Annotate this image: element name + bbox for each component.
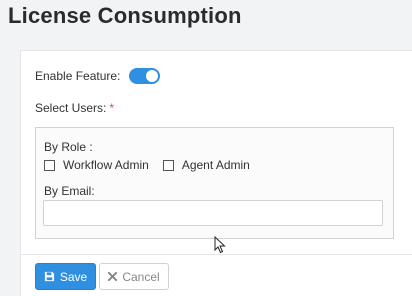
user-selection-box: By Role : Workflow Admin Agent Admin By … (35, 127, 394, 239)
enable-feature-toggle[interactable] (129, 68, 161, 84)
save-label: Save (59, 269, 88, 284)
select-users-label: Select Users: * (35, 101, 114, 115)
mouse-cursor-icon (214, 236, 226, 254)
cancel-label: Cancel (122, 269, 160, 284)
toggle-knob (146, 70, 159, 82)
email-input[interactable] (43, 200, 383, 226)
agent-admin-label[interactable]: Agent Admin (182, 158, 250, 172)
workflow-admin-checkbox[interactable] (44, 159, 55, 171)
floppy-disk-icon (44, 271, 55, 282)
settings-card: Enable Feature: Select Users: * By Role :… (20, 50, 412, 296)
x-icon (108, 272, 118, 281)
cancel-button[interactable]: Cancel (99, 263, 169, 290)
footer-divider (21, 254, 412, 255)
by-email-label: By Email: (44, 184, 95, 198)
select-users-text: Select Users: (35, 101, 107, 115)
enable-feature-row: Enable Feature: (35, 68, 161, 84)
workflow-admin-label[interactable]: Workflow Admin (63, 158, 149, 172)
role-checkbox-row: Workflow Admin Agent Admin (44, 158, 264, 172)
save-button[interactable]: Save (35, 263, 96, 290)
page-title: License Consumption (8, 3, 242, 28)
by-role-label: By Role : (44, 140, 93, 154)
enable-feature-label: Enable Feature: (35, 69, 121, 83)
required-mark: * (109, 101, 115, 115)
agent-admin-checkbox[interactable] (162, 159, 174, 171)
